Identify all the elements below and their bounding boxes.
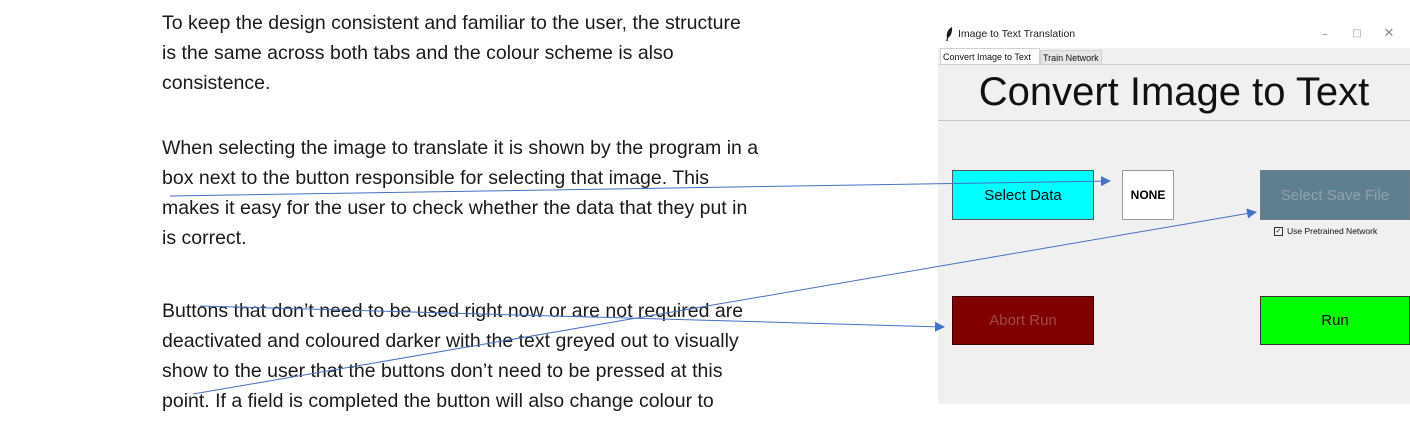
- tab-convert-image-to-text[interactable]: Convert Image to Text: [940, 48, 1040, 64]
- text-line: point. If a field is completed the butto…: [162, 390, 714, 412]
- paragraph-design-consistency: To keep the design consistent and famili…: [162, 8, 932, 98]
- tab-bar: Convert Image to Text Train Network: [938, 48, 1410, 64]
- text-line: box next to the button responsible for s…: [162, 167, 710, 189]
- text-line: consistence.: [162, 72, 271, 94]
- select-save-file-button[interactable]: Select Save File: [1260, 170, 1410, 220]
- text-line: show to the user that the buttons don’t …: [162, 360, 723, 382]
- text-line: is correct.: [162, 227, 247, 249]
- abort-run-button[interactable]: Abort Run: [952, 296, 1094, 345]
- text-line: Buttons that don’t need to be used right…: [162, 300, 744, 322]
- text-line: is the same across both tabs and the col…: [162, 42, 674, 64]
- paragraph-deactivated-buttons: Buttons that don’t need to be used right…: [162, 296, 932, 416]
- tab-train-network[interactable]: Train Network: [1040, 50, 1102, 64]
- app-window-screenshot: Image to Text Translation – □ ✕ Convert …: [938, 22, 1410, 404]
- checkbox-checked-icon[interactable]: ✓: [1274, 226, 1283, 236]
- close-button[interactable]: ✕: [1378, 25, 1400, 43]
- window-title: Image to Text Translation: [958, 28, 1076, 40]
- checkbox-label: Use Pretrained Network: [1287, 226, 1378, 236]
- text-line: makes it easy for the user to check whet…: [162, 197, 748, 219]
- text-line: deactivated and coloured darker with the…: [162, 330, 739, 352]
- title-bar: Image to Text Translation – □ ✕: [938, 22, 1410, 48]
- minimize-button[interactable]: –: [1314, 25, 1336, 43]
- text-line: When selecting the image to translate it…: [162, 137, 759, 159]
- maximize-button[interactable]: □: [1346, 25, 1368, 43]
- data-preview-box: NONE: [1122, 170, 1174, 220]
- page-heading: Convert Image to Text: [978, 70, 1370, 114]
- divider: [938, 120, 1410, 121]
- select-data-button[interactable]: Select Data: [952, 170, 1094, 220]
- feather-icon: [946, 27, 953, 41]
- run-button[interactable]: Run: [1260, 296, 1410, 345]
- paragraph-image-selection: When selecting the image to translate it…: [162, 133, 932, 253]
- text-line: To keep the design consistent and famili…: [162, 12, 741, 34]
- use-pretrained-checkbox-row[interactable]: ✓ Use Pretrained Network: [1274, 226, 1377, 236]
